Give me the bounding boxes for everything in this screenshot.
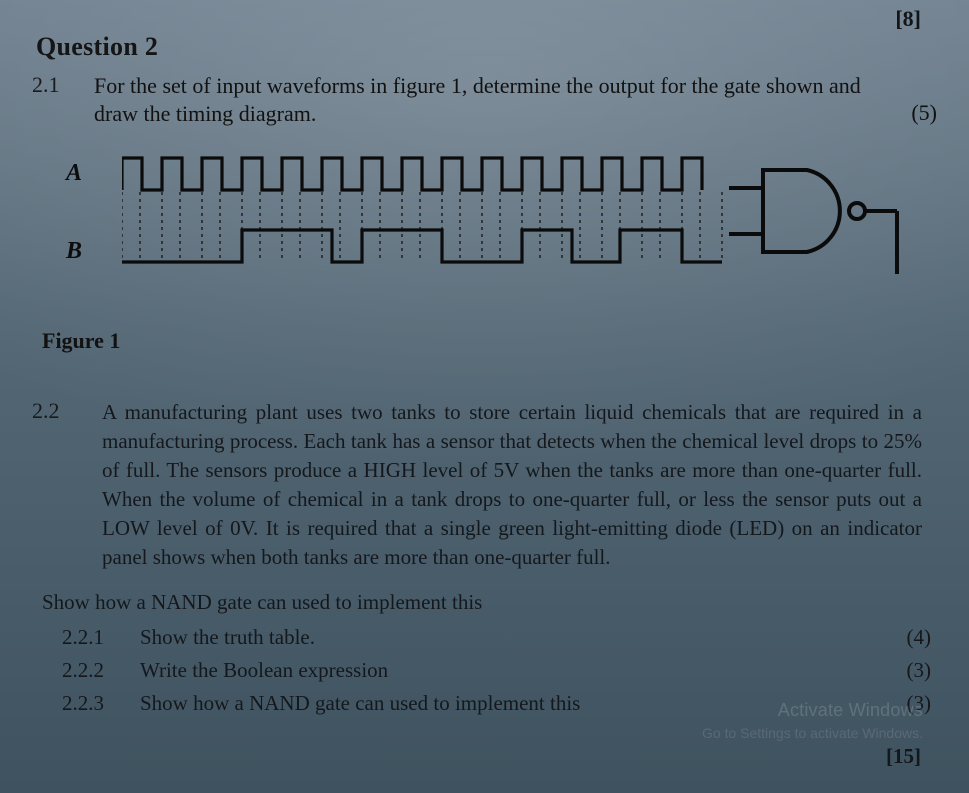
waveform-a — [122, 158, 702, 190]
sub-number: 2.2.3 — [62, 691, 118, 716]
signal-b-label: B — [66, 238, 82, 265]
q2-2-number: 2.2 — [32, 398, 76, 572]
sub-number: 2.2.2 — [62, 658, 118, 683]
sub-text: Show how a NAND gate can used to impleme… — [140, 691, 580, 716]
windows-watermark-line2: Go to Settings to activate Windows. — [702, 725, 923, 741]
sub-marks: (4) — [907, 625, 938, 650]
figure-1: A B — [32, 150, 937, 320]
q2-2-2: 2.2.2 Write the Boolean expression (3) — [62, 658, 937, 683]
sub-number: 2.2.1 — [62, 625, 118, 650]
question-title: Question 2 — [36, 32, 937, 62]
nand-gate-icon — [729, 156, 899, 281]
figure-caption: Figure 1 — [42, 328, 937, 354]
sub-marks: (3) — [907, 658, 938, 683]
q2-2: 2.2 A manufacturing plant uses two tanks… — [32, 398, 937, 572]
signal-a-label: A — [66, 160, 82, 187]
q2-1-marks: (5) — [911, 100, 937, 126]
q2-2-instruction: Show how a NAND gate can used to impleme… — [42, 590, 937, 615]
question-total-marks: [15] — [886, 744, 921, 769]
q2-2-text: A manufacturing plant uses two tanks to … — [102, 398, 922, 572]
exam-page: [8] Question 2 2.1 For the set of input … — [0, 0, 969, 793]
sub-text: Show the truth table. — [140, 625, 315, 650]
q2-1-number: 2.1 — [32, 72, 76, 98]
q2-1: 2.1 For the set of input waveforms in fi… — [32, 72, 937, 100]
waveform-b — [122, 230, 722, 262]
windows-watermark-line1: Activate Windows — [778, 700, 923, 721]
prev-question-marks: [8] — [895, 6, 921, 32]
q2-1-text-line2: draw the timing diagram. — [94, 100, 316, 128]
q2-1-text-line1: For the set of input waveforms in figure… — [94, 72, 861, 100]
sub-text: Write the Boolean expression — [140, 658, 388, 683]
q2-2-1: 2.2.1 Show the truth table. (4) — [62, 625, 937, 650]
timing-diagram-icon — [122, 150, 742, 300]
